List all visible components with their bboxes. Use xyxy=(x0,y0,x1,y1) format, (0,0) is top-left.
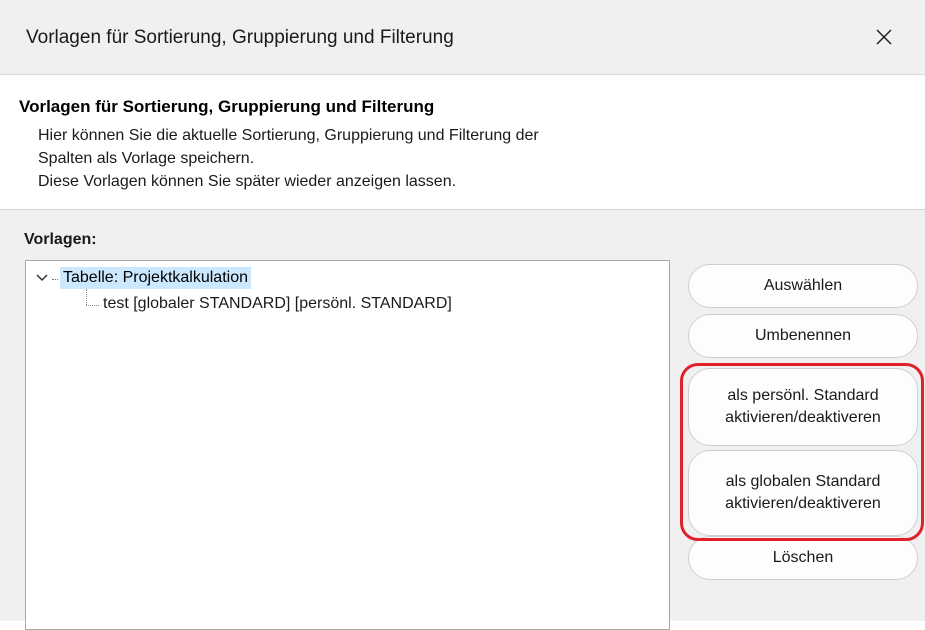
button-label-line: als globalen Standard xyxy=(725,473,881,490)
rename-button[interactable]: Umbenennen xyxy=(688,314,918,358)
personal-default-button[interactable]: als persönl. Standard aktivieren/deaktiv… xyxy=(688,368,918,446)
info-heading: Vorlagen für Sortierung, Gruppierung und… xyxy=(19,97,435,116)
info-line: Diese Vorlagen können Sie später wieder … xyxy=(38,173,457,190)
tree-connector xyxy=(52,278,58,280)
tree-node-root-label[interactable]: Tabelle: Projektkalkulation xyxy=(60,267,251,289)
window-title: Vorlagen für Sortierung, Gruppierung und… xyxy=(26,27,454,48)
info-line: Hier können Sie die aktuelle Sortierung,… xyxy=(38,127,539,144)
button-label-line: als persönl. Standard xyxy=(727,387,879,404)
content-area: Vorlagen: Tabelle: Projektkalkulation te… xyxy=(0,210,925,630)
info-description: Hier können Sie die aktuelle Sortierung,… xyxy=(38,124,539,193)
tree-connector xyxy=(86,289,87,305)
tree-connector xyxy=(86,305,99,306)
delete-button[interactable]: Löschen xyxy=(688,536,918,580)
info-line: Spalten als Vorlage speichern. xyxy=(38,150,255,167)
tree-node-root[interactable]: Tabelle: Projektkalkulation xyxy=(34,265,251,291)
title-bar: Vorlagen für Sortierung, Gruppierung und… xyxy=(0,0,925,75)
button-label-line: aktivieren/deaktiveren xyxy=(725,409,881,426)
tree-node-child[interactable]: test [globaler STANDARD] [persönl. STAND… xyxy=(103,295,452,313)
chevron-down-icon[interactable] xyxy=(34,270,50,286)
close-icon xyxy=(876,29,892,45)
select-button[interactable]: Auswählen xyxy=(688,264,918,308)
templates-label: Vorlagen: xyxy=(24,231,97,248)
global-default-button[interactable]: als globalen Standard aktivieren/deaktiv… xyxy=(688,450,918,536)
button-label-line: aktivieren/deaktiveren xyxy=(725,495,881,512)
info-panel: Vorlagen für Sortierung, Gruppierung und… xyxy=(0,75,925,210)
templates-tree[interactable]: Tabelle: Projektkalkulation test [global… xyxy=(25,260,670,630)
close-button[interactable] xyxy=(843,0,925,74)
